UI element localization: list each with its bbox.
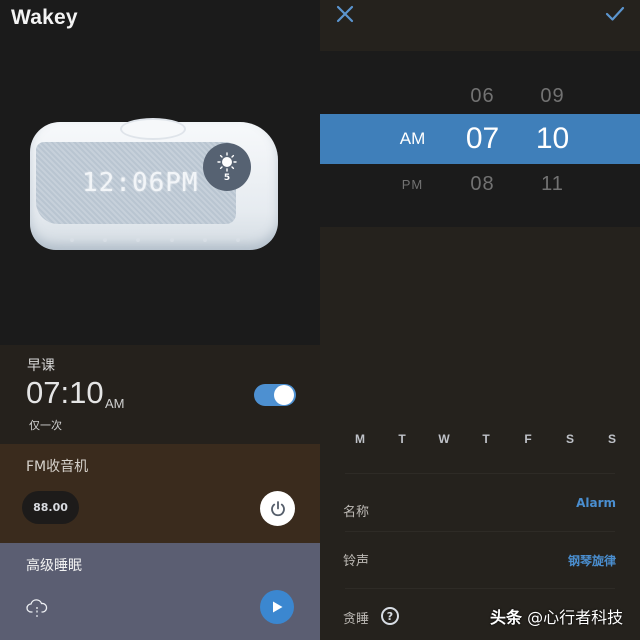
picker-period[interactable]: PM <box>390 159 435 209</box>
fm-power-button[interactable] <box>260 491 295 526</box>
weekday-wednesday[interactable]: W <box>434 432 454 462</box>
sun-icon <box>217 151 237 172</box>
device-top-button <box>120 118 186 140</box>
fm-frequency[interactable]: 88.00 <box>22 491 79 524</box>
alarm-toggle[interactable] <box>254 384 296 406</box>
app-title: Wakey <box>11 6 78 29</box>
divider <box>345 588 615 589</box>
sleep-title: 高级睡眠 <box>26 558 82 574</box>
device-touch-dots <box>70 238 240 242</box>
setting-ringtone-value[interactable]: 钢琴旋律 <box>568 552 616 569</box>
alarm-repeat: 仅一次 <box>29 419 62 432</box>
picker-row-selected[interactable]: AM 07 10 <box>320 114 640 164</box>
alarm-time: 07:10 <box>26 375 104 410</box>
weekday-friday[interactable]: F <box>518 432 538 462</box>
device-display-time: 12:06PM <box>82 168 199 198</box>
setting-ringtone-label: 铃声 <box>343 554 370 569</box>
picker-hour[interactable]: 08 <box>455 159 510 209</box>
weekday-sunday[interactable]: S <box>602 432 622 462</box>
time-picker[interactable]: 06 09 AM 07 10 PM 08 11 <box>320 51 640 227</box>
alarm-name: 早课 <box>27 358 55 374</box>
play-icon <box>273 601 283 613</box>
weekday-saturday[interactable]: S <box>560 432 580 462</box>
picker-minute[interactable]: 11 <box>525 159 580 209</box>
fm-title: FM收音机 <box>26 459 89 475</box>
close-icon[interactable] <box>336 5 354 23</box>
setting-snooze-label: 贪睡 <box>343 612 370 627</box>
setting-name-label: 名称 <box>343 505 370 520</box>
brightness-level: 5 <box>223 172 231 183</box>
power-icon <box>270 500 285 516</box>
sleep-play-button[interactable] <box>260 590 294 624</box>
fm-radio-card[interactable]: FM收音机 88.00 <box>0 444 320 543</box>
brightness-button[interactable]: 5 <box>203 143 251 191</box>
alarm-period: AM <box>105 396 125 411</box>
weekday-monday[interactable]: M <box>350 432 370 462</box>
weekday-thursday[interactable]: T <box>476 432 496 462</box>
weekday-tuesday[interactable]: T <box>392 432 412 462</box>
watermark-handle: @心行者科技 <box>527 608 624 627</box>
help-icon[interactable]: ? <box>381 607 399 625</box>
divider <box>345 473 615 474</box>
check-icon[interactable] <box>605 5 625 23</box>
divider <box>345 531 615 532</box>
watermark-brand: 头条 <box>490 608 523 627</box>
toggle-knob <box>274 385 294 405</box>
picker-row-next[interactable]: PM 08 11 <box>320 159 640 209</box>
alarm-list-screen: Wakey 12:06PM 5 早课 07:10 AM 仅一次 FM收音机 88… <box>0 0 320 640</box>
picker-hour-selected[interactable]: 07 <box>455 114 510 164</box>
picker-period-selected[interactable]: AM <box>390 114 435 164</box>
picker-minute-selected[interactable]: 10 <box>525 114 580 164</box>
cloud-download-icon[interactable] <box>26 597 48 619</box>
alarm-editor-screen: 06 09 AM 07 10 PM 08 11 M T W T F S S 名称… <box>320 0 640 640</box>
weekday-selector: M T W T F S S <box>340 432 632 462</box>
watermark: 头条 @心行者科技 <box>490 604 623 628</box>
sleep-card[interactable]: 高级睡眠 <box>0 543 320 640</box>
editor-top-bar <box>320 0 640 51</box>
setting-name-value[interactable]: Alarm <box>576 496 616 510</box>
